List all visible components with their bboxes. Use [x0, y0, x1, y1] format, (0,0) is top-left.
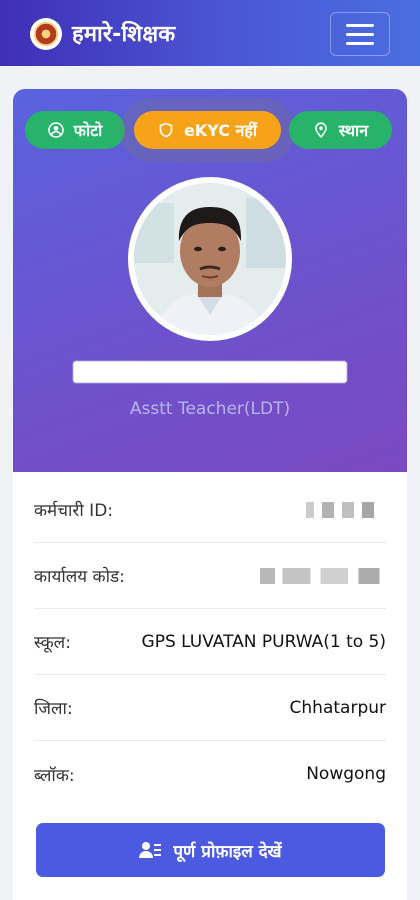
photo-status-pill[interactable]: फोटो: [25, 111, 125, 149]
employee-id-row: कर्मचारी ID:: [34, 477, 386, 543]
view-full-profile-label: पूर्ण प्रोफ़ाइल देखें: [173, 841, 282, 862]
district-label: जिला:: [34, 699, 73, 719]
location-pin-icon: [315, 122, 327, 138]
app-header: हमारे-शिक्षक: [0, 0, 420, 66]
office-code-row: कार्यालय कोड:: [34, 543, 386, 609]
user-list-icon: [139, 842, 162, 858]
redacted-name: [73, 361, 347, 383]
avatar: [128, 177, 292, 341]
office-code-value-redacted: [260, 567, 386, 584]
details-panel: कर्मचारी ID: कार्यालय कोड: स्कूल: GPS LU…: [13, 472, 407, 900]
photo-status-label: फोटो: [73, 121, 103, 140]
employee-id-value-redacted: [306, 501, 386, 518]
profile-card: फोटो eKYC नहीं स्थान Asstt Teacher(LDT): [13, 89, 407, 472]
ekyc-status-label: eKYC नहीं: [183, 121, 258, 140]
school-value: GPS LUVATAN PURWA(1 to 5): [141, 631, 386, 652]
block-label: ब्लॉक:: [34, 765, 75, 786]
hamburger-menu-icon: [346, 23, 374, 27]
ekyc-status-pill[interactable]: eKYC नहीं: [134, 111, 281, 149]
school-row: स्कूल: GPS LUVATAN PURWA(1 to 5): [34, 609, 386, 675]
shield-icon: [159, 122, 173, 138]
location-status-pill[interactable]: स्थान: [289, 111, 392, 149]
office-code-label: कार्यालय कोड:: [34, 567, 125, 587]
block-row: ब्लॉक: Nowgong: [34, 741, 386, 807]
district-value: Chhatarpur: [289, 697, 386, 718]
emblem-logo: [30, 18, 62, 50]
app-title: हमारे-शिक्षक: [72, 22, 176, 47]
user-circle-icon: [47, 122, 64, 138]
block-value: Nowgong: [306, 764, 386, 784]
profile-photo: [134, 183, 286, 335]
view-full-profile-button[interactable]: पूर्ण प्रोफ़ाइल देखें: [36, 823, 385, 877]
employee-id-label: कर्मचारी ID:: [34, 501, 114, 521]
hamburger-menu-button[interactable]: [330, 12, 390, 56]
school-label: स्कूल:: [34, 633, 71, 653]
district-row: जिला: Chhatarpur: [34, 675, 386, 741]
designation: Asstt Teacher(LDT): [129, 399, 291, 419]
location-status-label: स्थान: [338, 121, 369, 140]
